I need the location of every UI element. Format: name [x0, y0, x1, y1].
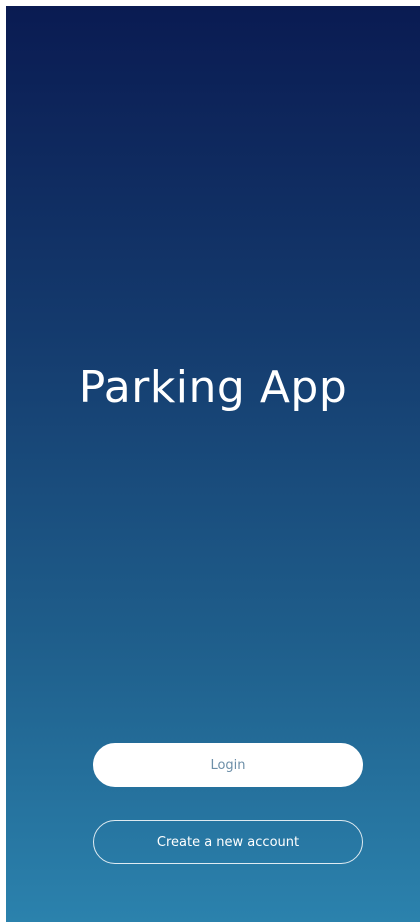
login-button[interactable]: Login — [93, 743, 363, 787]
app-title: Parking App — [78, 362, 348, 413]
create-account-button[interactable]: Create a new account — [93, 820, 363, 864]
app-screen: Parking App Login Create a new account — [6, 6, 420, 922]
